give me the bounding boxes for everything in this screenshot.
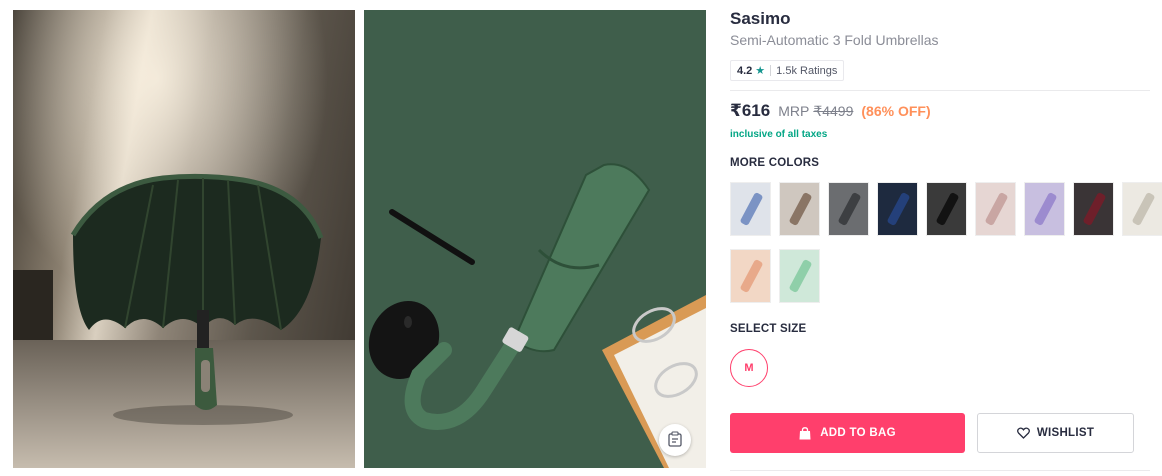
add-to-bag-label: ADD TO BAG	[820, 427, 896, 439]
price-row: ₹616 MRP ₹4499 (86% OFF)	[730, 101, 931, 121]
details-divider	[730, 90, 1150, 91]
umbrella-photo-icon	[13, 10, 355, 468]
color-swatch-beige[interactable]	[779, 182, 820, 236]
umbrella-thumbnail-icon	[1131, 191, 1156, 227]
umbrella-thumbnail-icon	[984, 191, 1009, 227]
view-similar-button[interactable]	[659, 424, 691, 456]
color-swatch-light-blue[interactable]	[730, 182, 771, 236]
color-swatch-grey[interactable]	[828, 182, 869, 236]
color-swatch-maroon[interactable]	[1073, 182, 1114, 236]
umbrella-thumbnail-icon	[788, 191, 813, 227]
color-swatch-white[interactable]	[1122, 182, 1162, 236]
umbrella-thumbnail-icon	[788, 258, 813, 294]
size-option-m[interactable]: M	[730, 349, 768, 387]
mrp-value: ₹4499	[813, 103, 854, 119]
umbrella-thumbnail-icon	[886, 191, 911, 227]
umbrella-thumbnail-icon	[837, 191, 862, 227]
color-swatch-peach[interactable]	[730, 249, 771, 303]
more-colors-label: MORE COLORS	[730, 157, 820, 169]
selling-price: ₹616	[730, 101, 771, 120]
wishlist-button[interactable]: WISHLIST	[977, 413, 1134, 453]
shopping-bag-icon	[799, 426, 811, 439]
rating-separator	[770, 65, 772, 76]
color-swatch-pink[interactable]	[975, 182, 1016, 236]
discount-percent: (86% OFF)	[861, 103, 931, 119]
umbrella-flatlay-photo-icon	[368, 163, 706, 468]
product-name: Semi-Automatic 3 Fold Umbrellas	[730, 32, 939, 48]
bottom-divider	[730, 470, 1150, 471]
umbrella-thumbnail-icon	[739, 258, 764, 294]
color-swatch-black[interactable]	[926, 182, 967, 236]
similar-products-icon	[668, 431, 682, 447]
mrp-label: MRP	[778, 103, 810, 119]
tax-note: inclusive of all taxes	[730, 129, 828, 140]
umbrella-thumbnail-icon	[1033, 191, 1058, 227]
umbrella-thumbnail-icon	[935, 191, 960, 227]
rating-badge[interactable]: 4.2 ★ 1.5k Ratings	[730, 60, 845, 81]
wishlist-label: WISHLIST	[1036, 427, 1095, 439]
ratings-count: 1.5k Ratings	[776, 64, 838, 77]
heart-icon	[1016, 427, 1030, 439]
umbrella-thumbnail-icon	[739, 191, 764, 227]
product-image-1[interactable]	[13, 10, 355, 468]
color-swatch-navy[interactable]	[877, 182, 918, 236]
color-swatch-lavender[interactable]	[1024, 182, 1065, 236]
umbrella-thumbnail-icon	[1082, 191, 1107, 227]
product-brand: Sasimo	[730, 9, 791, 28]
product-image-2[interactable]	[364, 10, 706, 468]
add-to-bag-button[interactable]: ADD TO BAG	[730, 413, 965, 453]
star-icon: ★	[755, 65, 766, 77]
color-swatch-mint[interactable]	[779, 249, 820, 303]
select-size-label: SELECT SIZE	[730, 323, 807, 335]
rating-value: 4.2	[737, 64, 753, 77]
